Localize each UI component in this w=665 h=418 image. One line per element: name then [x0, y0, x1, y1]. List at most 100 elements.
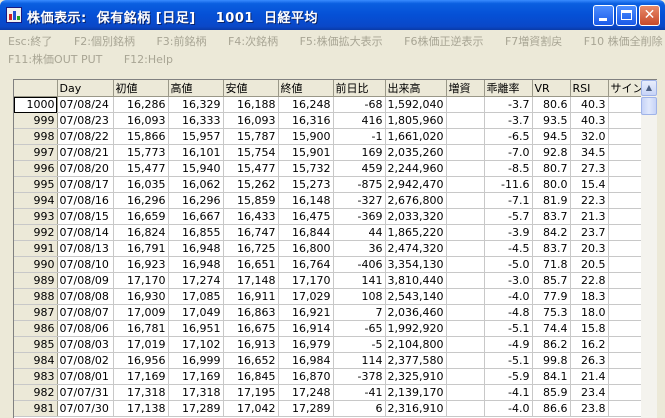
- table-cell[interactable]: 16,948: [168, 240, 224, 257]
- table-cell[interactable]: 17,289: [168, 400, 224, 417]
- table-cell[interactable]: 2,325,910: [385, 368, 447, 385]
- table-cell[interactable]: -4.9: [484, 336, 533, 353]
- table-cell[interactable]: 2,033,320: [385, 208, 447, 225]
- table-cell[interactable]: 07/08/01: [57, 368, 114, 385]
- table-cell[interactable]: 16.2: [570, 336, 609, 353]
- table-cell[interactable]: 77.9: [532, 288, 571, 305]
- column-header[interactable]: [14, 80, 58, 97]
- table-row[interactable]: 986 07/08/06 16,781 16,951 16,675 16,914 -65 1,…: [14, 320, 642, 337]
- table-cell[interactable]: 99.8: [532, 352, 571, 369]
- table-cell[interactable]: [446, 256, 485, 273]
- table-cell[interactable]: 18.3: [570, 288, 609, 305]
- table-cell[interactable]: [608, 384, 642, 401]
- row-number-cell[interactable]: 996: [14, 160, 58, 177]
- table-cell[interactable]: 17,170: [113, 272, 169, 289]
- app-chart-icon[interactable]: [6, 7, 22, 23]
- table-row[interactable]: 990 07/08/10 16,923 16,948 16,651 16,764 -406 3…: [14, 256, 642, 273]
- row-number-cell[interactable]: 987: [14, 304, 58, 321]
- table-cell[interactable]: -5.7: [484, 208, 533, 225]
- table-cell[interactable]: 16,948: [168, 256, 224, 273]
- table-row[interactable]: 993 07/08/15 16,659 16,667 16,433 16,475 -369 2…: [14, 208, 642, 225]
- table-cell[interactable]: 16,979: [278, 336, 334, 353]
- table-row[interactable]: 989 07/08/09 17,170 17,274 17,148 17,170 141 3,…: [14, 272, 642, 289]
- table-cell[interactable]: [446, 304, 485, 321]
- table-cell[interactable]: 1,592,040: [385, 96, 447, 113]
- table-cell[interactable]: 1,661,020: [385, 128, 447, 145]
- table-cell[interactable]: [608, 128, 642, 145]
- table-cell[interactable]: 17,029: [278, 288, 334, 305]
- table-cell[interactable]: -7.1: [484, 192, 533, 209]
- table-cell[interactable]: 15,957: [168, 128, 224, 145]
- table-cell[interactable]: [608, 208, 642, 225]
- table-cell[interactable]: 16,652: [223, 352, 279, 369]
- table-cell[interactable]: 86.6: [532, 400, 571, 417]
- table-row[interactable]: 985 07/08/03 17,019 17,102 16,913 16,979 -5 2,1…: [14, 336, 642, 353]
- table-cell[interactable]: 16,651: [223, 256, 279, 273]
- table-cell[interactable]: [446, 368, 485, 385]
- table-cell[interactable]: 18.0: [570, 304, 609, 321]
- table-row[interactable]: 992 07/08/14 16,824 16,855 16,747 16,844 44 1,8…: [14, 224, 642, 241]
- table-cell[interactable]: 16,286: [113, 96, 169, 113]
- table-cell[interactable]: 92.8: [532, 144, 571, 161]
- table-cell[interactable]: 40.3: [570, 112, 609, 129]
- table-cell[interactable]: 21.3: [570, 208, 609, 225]
- title-bar[interactable]: 株価表示: 保有銘柄 [日足] 1001 日経平均 ✕: [0, 0, 665, 30]
- table-cell[interactable]: 16,333: [168, 112, 224, 129]
- table-row[interactable]: 991 07/08/13 16,791 16,948 16,725 16,800 36 2,4…: [14, 240, 642, 257]
- table-cell[interactable]: -6.5: [484, 128, 533, 145]
- price-grid[interactable]: Day 初値 高値 安値 終値 前日比 出来高 増資 乖離率 VR RSI サイン 1000 07/08…: [13, 79, 657, 418]
- table-cell[interactable]: 17,169: [113, 368, 169, 385]
- menu-item-toggle-order[interactable]: F6株価正逆表示: [404, 33, 483, 49]
- table-cell[interactable]: 17,274: [168, 272, 224, 289]
- table-cell[interactable]: 459: [333, 160, 386, 177]
- table-cell[interactable]: 07/08/21: [57, 144, 114, 161]
- table-cell[interactable]: 83.7: [532, 240, 571, 257]
- table-cell[interactable]: [608, 160, 642, 177]
- table-row[interactable]: 988 07/08/08 16,930 17,085 16,911 17,029 108 2,…: [14, 288, 642, 305]
- table-cell[interactable]: 16,845: [223, 368, 279, 385]
- table-cell[interactable]: -5: [333, 336, 386, 353]
- table-cell[interactable]: 16,951: [168, 320, 224, 337]
- table-cell[interactable]: 17,042: [223, 400, 279, 417]
- table-cell[interactable]: 2,104,800: [385, 336, 447, 353]
- table-cell[interactable]: 15,900: [278, 128, 334, 145]
- column-header[interactable]: 出来高: [385, 80, 447, 97]
- table-cell[interactable]: 22.8: [570, 272, 609, 289]
- menu-item-capital-adjust[interactable]: F7増資割戻: [505, 33, 562, 49]
- row-number-cell[interactable]: 986: [14, 320, 58, 337]
- table-cell[interactable]: 16,764: [278, 256, 334, 273]
- table-cell[interactable]: 07/08/09: [57, 272, 114, 289]
- table-cell[interactable]: 15,477: [223, 160, 279, 177]
- table-cell[interactable]: 34.5: [570, 144, 609, 161]
- table-cell[interactable]: 15,477: [113, 160, 169, 177]
- table-cell[interactable]: 141: [333, 272, 386, 289]
- table-cell[interactable]: [608, 400, 642, 417]
- table-cell[interactable]: 27.3: [570, 160, 609, 177]
- table-cell[interactable]: [608, 112, 642, 129]
- table-cell[interactable]: 16,855: [168, 224, 224, 241]
- table-cell[interactable]: [608, 240, 642, 257]
- column-header[interactable]: サイン: [608, 80, 642, 97]
- table-cell[interactable]: 16,475: [278, 208, 334, 225]
- table-cell[interactable]: 16,844: [278, 224, 334, 241]
- table-cell[interactable]: 07/08/16: [57, 192, 114, 209]
- table-cell[interactable]: 74.4: [532, 320, 571, 337]
- table-cell[interactable]: 2,543,140: [385, 288, 447, 305]
- table-cell[interactable]: -4.0: [484, 288, 533, 305]
- table-cell[interactable]: 07/08/15: [57, 208, 114, 225]
- table-cell[interactable]: 71.8: [532, 256, 571, 273]
- table-cell[interactable]: 93.5: [532, 112, 571, 129]
- table-cell[interactable]: 16,296: [168, 192, 224, 209]
- table-cell[interactable]: [608, 272, 642, 289]
- table-cell[interactable]: 07/08/03: [57, 336, 114, 353]
- table-cell[interactable]: 17,009: [113, 304, 169, 321]
- table-cell[interactable]: [446, 192, 485, 209]
- table-cell[interactable]: -3.9: [484, 224, 533, 241]
- table-cell[interactable]: 16,791: [113, 240, 169, 257]
- table-cell[interactable]: 16,863: [223, 304, 279, 321]
- table-cell[interactable]: [608, 96, 642, 113]
- table-cell[interactable]: -3.7: [484, 96, 533, 113]
- menu-item-zoom-price[interactable]: F5:株価拡大表示: [300, 33, 383, 49]
- column-header[interactable]: 前日比: [333, 80, 386, 97]
- table-cell[interactable]: -369: [333, 208, 386, 225]
